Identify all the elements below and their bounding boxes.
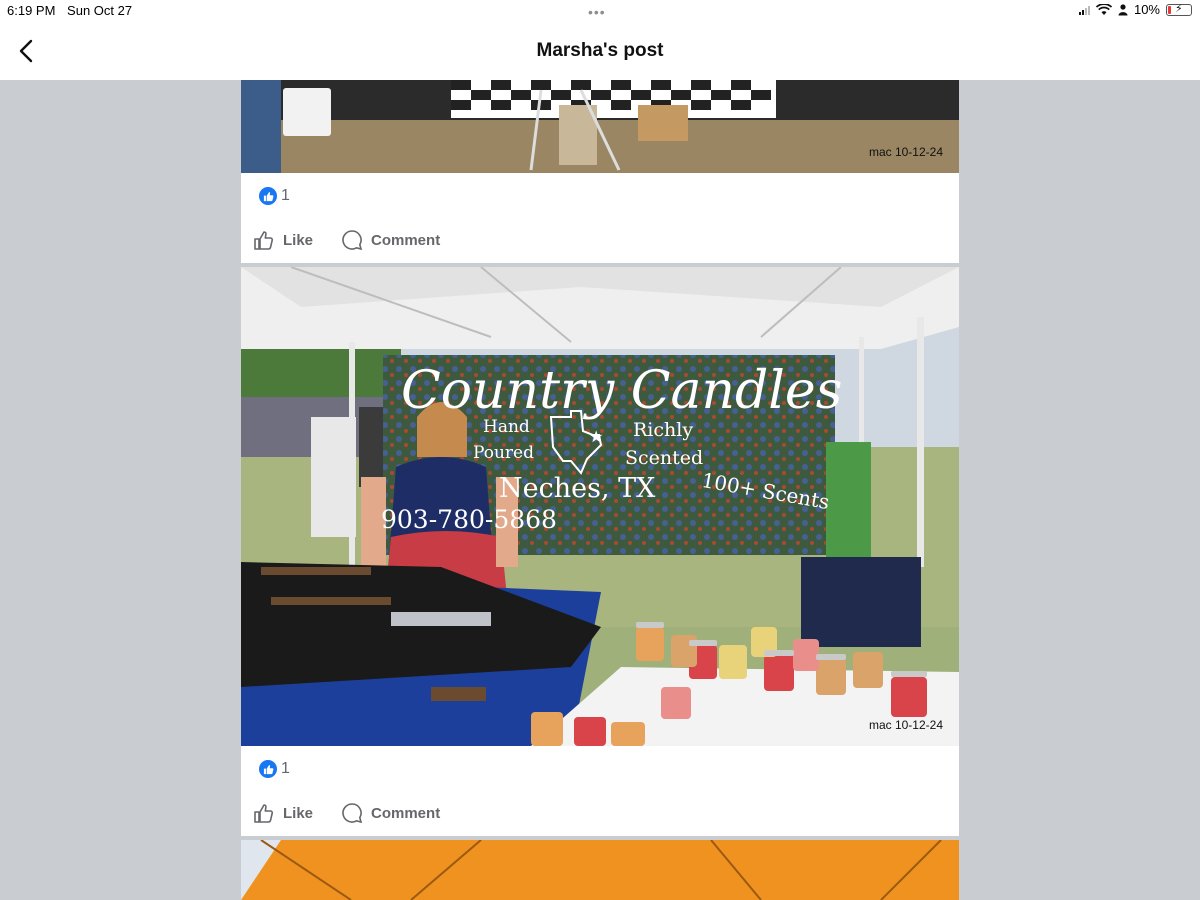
- battery-charging-icon: ⚡: [1166, 3, 1192, 16]
- thumbs-up-icon: [254, 804, 274, 823]
- like-label: Like: [283, 804, 314, 822]
- photo-watermark: mac 10-12-24: [868, 145, 943, 159]
- post-feed[interactable]: mac 10-12-24 1 Like Comment ★ Country Ca…: [241, 80, 959, 900]
- post-actions: Like Comment: [253, 229, 440, 251]
- post-footer: 1 Like Comment: [241, 173, 959, 263]
- status-time-date: 6:19 PM Sun Oct 27: [7, 3, 140, 18]
- banner-scents: 100+ Scents: [699, 467, 832, 515]
- banner-location: Neches, TX: [499, 473, 656, 504]
- person-icon: [1118, 3, 1128, 15]
- banner-poured: Poured: [473, 443, 535, 463]
- wifi-icon: [1095, 3, 1112, 15]
- nav-bar: Marsha's post: [0, 22, 1200, 80]
- candle-banner: Country Candles Hand Poured Richly Scent…: [381, 355, 843, 555]
- post-actions: Like Comment: [253, 802, 440, 824]
- banner-richly: Richly: [633, 419, 694, 441]
- reaction-summary[interactable]: 1: [259, 187, 290, 205]
- like-button[interactable]: Like: [253, 229, 313, 251]
- banner-phone: 903-780-5868: [381, 505, 557, 534]
- status-time: 6:19 PM: [7, 3, 56, 18]
- battery-percent: 10%: [1133, 2, 1160, 17]
- thumbs-up-icon: [254, 231, 274, 250]
- orange-tent-image: [241, 840, 959, 900]
- reaction-count: 1: [281, 187, 290, 204]
- post-photo-market-table[interactable]: mac 10-12-24: [241, 80, 959, 173]
- like-reaction-icon: [259, 760, 277, 778]
- like-label: Like: [283, 231, 314, 249]
- banner-scented: Scented: [625, 447, 704, 469]
- post-photo-orange-tent[interactable]: [241, 840, 959, 900]
- comment-bubble-icon: [342, 803, 363, 824]
- comment-button[interactable]: Comment: [341, 802, 440, 824]
- comment-bubble-icon: [342, 230, 363, 251]
- post-photo-candle-booth[interactable]: ★ Country Candles Hand Poured Richly Sce…: [241, 267, 959, 746]
- status-bar: 6:19 PM Sun Oct 27 ••• 10% ⚡: [0, 0, 1200, 22]
- banner-hand: Hand: [483, 417, 530, 437]
- banner-title: Country Candles: [401, 361, 843, 421]
- page-title: Marsha's post: [536, 40, 664, 61]
- like-button[interactable]: Like: [253, 802, 313, 824]
- reaction-count: 1: [281, 760, 290, 777]
- comment-label: Comment: [371, 231, 441, 249]
- post-footer: 1 Like Comment: [241, 746, 959, 836]
- signal-icon: [1078, 5, 1090, 15]
- multitasking-dots-icon[interactable]: •••: [588, 4, 606, 20]
- like-reaction-icon: [259, 187, 277, 205]
- reaction-summary[interactable]: 1: [259, 760, 290, 778]
- market-table-image: [241, 80, 959, 173]
- status-indicators: 10% ⚡: [1078, 2, 1192, 17]
- status-date: Sun Oct 27: [67, 3, 133, 18]
- photo-watermark: mac 10-12-24: [868, 718, 943, 732]
- comment-button[interactable]: Comment: [341, 229, 440, 251]
- comment-label: Comment: [371, 804, 441, 822]
